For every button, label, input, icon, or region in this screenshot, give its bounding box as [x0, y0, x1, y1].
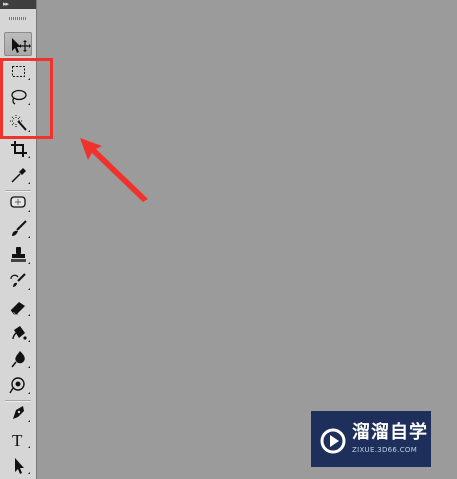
photoshop-workspace: ▸▸ T 溜溜自学 ZIXUE.3D66.COM [0, 0, 457, 479]
watermark-url: ZIXUE.3D66.COM [352, 446, 418, 454]
watermark-title: 溜溜自学 [352, 422, 428, 443]
play-logo-icon [320, 428, 346, 454]
annotation-arrow-icon [80, 138, 148, 202]
site-watermark: 溜溜自学 ZIXUE.3D66.COM [311, 411, 431, 467]
